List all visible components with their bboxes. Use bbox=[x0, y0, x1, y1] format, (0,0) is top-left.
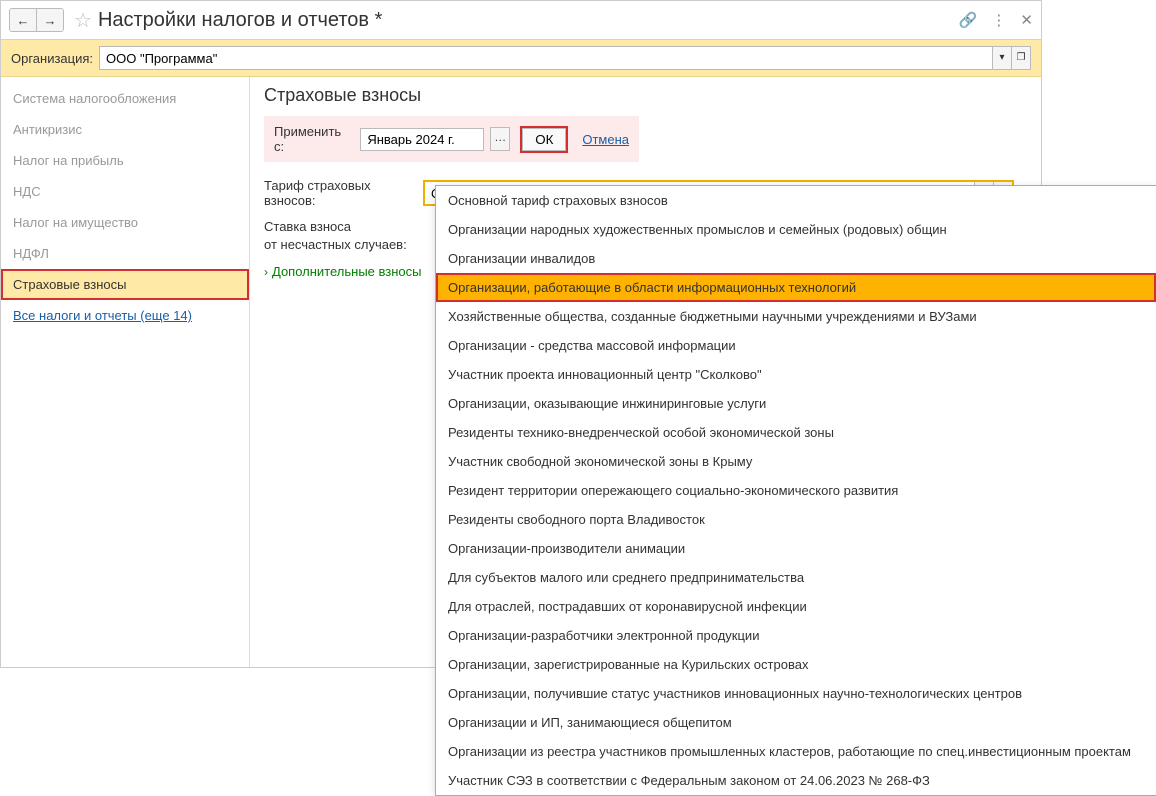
dropdown-item[interactable]: Участник СЭЗ в соответствии с Федеральны… bbox=[436, 766, 1156, 795]
dropdown-item[interactable]: Организации из реестра участников промыш… bbox=[436, 737, 1156, 766]
org-open-button[interactable]: ❐ bbox=[1012, 46, 1031, 70]
dropdown-item[interactable]: Организации-разработчики электронной про… bbox=[436, 621, 1156, 650]
sidebar-item-ndfl[interactable]: НДФЛ bbox=[1, 238, 249, 269]
rate-label: Ставка взноса от несчастных случаев: bbox=[264, 218, 424, 254]
dropdown-item[interactable]: Участник свободной экономической зоны в … bbox=[436, 447, 1156, 476]
window: ← → ☆ Настройки налогов и отчетов * 🔗 ⋮ … bbox=[0, 0, 1042, 668]
chevron-right-icon: › bbox=[264, 265, 268, 279]
rate-label-line2: от несчастных случаев: bbox=[264, 237, 407, 252]
dropdown-item[interactable]: Организации и ИП, занимающиеся общепитом bbox=[436, 708, 1156, 737]
sidebar: Система налогообложения Антикризис Налог… bbox=[1, 77, 250, 667]
dropdown-item[interactable]: Организации-производители анимации bbox=[436, 534, 1156, 563]
sidebar-item-property-tax[interactable]: Налог на имущество bbox=[1, 207, 249, 238]
organization-bar: Организация: ▾ ❐ bbox=[1, 39, 1041, 77]
page-title: Настройки налогов и отчетов * bbox=[98, 9, 959, 32]
nav-buttons: ← → bbox=[9, 8, 64, 32]
org-input-wrap: ▾ ❐ bbox=[99, 46, 1031, 70]
sidebar-item-vat[interactable]: НДС bbox=[1, 176, 249, 207]
dropdown-item[interactable]: Участник проекта инновационный центр "Ск… bbox=[436, 360, 1156, 389]
apply-date-input[interactable] bbox=[360, 128, 484, 151]
titlebar-actions: 🔗 ⋮ ✕ bbox=[959, 11, 1033, 29]
dropdown-item[interactable]: Организации народных художественных пром… bbox=[436, 215, 1156, 244]
menu-icon[interactable]: ⋮ bbox=[991, 11, 1006, 29]
sidebar-item-anticrisis[interactable]: Антикризис bbox=[1, 114, 249, 145]
apply-cancel-link[interactable]: Отмена bbox=[582, 132, 629, 147]
dropdown-item[interactable]: Резиденты свободного порта Владивосток bbox=[436, 505, 1156, 534]
apply-label: Применить с: bbox=[274, 124, 354, 154]
dropdown-item[interactable]: Хозяйственные общества, созданные бюджет… bbox=[436, 302, 1156, 331]
tariff-label: Тариф страховых взносов: bbox=[264, 178, 424, 208]
titlebar: ← → ☆ Настройки налогов и отчетов * 🔗 ⋮ … bbox=[1, 1, 1041, 39]
org-dropdown-button[interactable]: ▾ bbox=[993, 46, 1012, 70]
dropdown-item[interactable]: Организации, оказывающие инжиниринговые … bbox=[436, 389, 1156, 418]
sidebar-item-profit-tax[interactable]: Налог на прибыль bbox=[1, 145, 249, 176]
back-button[interactable]: ← bbox=[10, 9, 36, 31]
dropdown-item[interactable]: Организации инвалидов bbox=[436, 244, 1156, 273]
dropdown-item[interactable]: Организации, зарегистрированные на Курил… bbox=[436, 650, 1156, 679]
section-title: Страховые взносы bbox=[264, 85, 1027, 106]
org-input[interactable] bbox=[99, 46, 993, 70]
forward-button[interactable]: → bbox=[36, 9, 63, 31]
dropdown-item[interactable]: Основной тариф страховых взносов bbox=[436, 186, 1156, 215]
close-icon[interactable]: ✕ bbox=[1020, 11, 1033, 29]
dropdown-item[interactable]: Для субъектов малого или среднего предпр… bbox=[436, 563, 1156, 592]
sidebar-item-all-taxes[interactable]: Все налоги и отчеты (еще 14) bbox=[1, 300, 249, 331]
tariff-dropdown-popup: Основной тариф страховых взносовОрганиза… bbox=[435, 185, 1156, 796]
link-icon[interactable]: 🔗 bbox=[959, 11, 978, 29]
dropdown-item[interactable]: Организации, получившие статус участнико… bbox=[436, 679, 1156, 708]
favorite-icon[interactable]: ☆ bbox=[74, 8, 92, 33]
apply-ok-button[interactable]: ОК bbox=[522, 128, 566, 151]
apply-date-picker[interactable]: … bbox=[490, 127, 510, 151]
dropdown-item[interactable]: Резидент территории опережающего социаль… bbox=[436, 476, 1156, 505]
sidebar-item-insurance[interactable]: Страховые взносы bbox=[1, 269, 249, 300]
dropdown-item[interactable]: Организации, работающие в области информ… bbox=[436, 273, 1156, 302]
rate-label-line1: Ставка взноса bbox=[264, 219, 351, 234]
org-label: Организация: bbox=[11, 51, 93, 66]
expand-label: Дополнительные взносы bbox=[272, 264, 422, 279]
sidebar-item-tax-system[interactable]: Система налогообложения bbox=[1, 83, 249, 114]
dropdown-item[interactable]: Резиденты технико-внедренческой особой э… bbox=[436, 418, 1156, 447]
dropdown-item[interactable]: Для отраслей, пострадавших от коронавиру… bbox=[436, 592, 1156, 621]
apply-panel: Применить с: … ОК Отмена bbox=[264, 116, 639, 162]
dropdown-item[interactable]: Организации - средства массовой информац… bbox=[436, 331, 1156, 360]
